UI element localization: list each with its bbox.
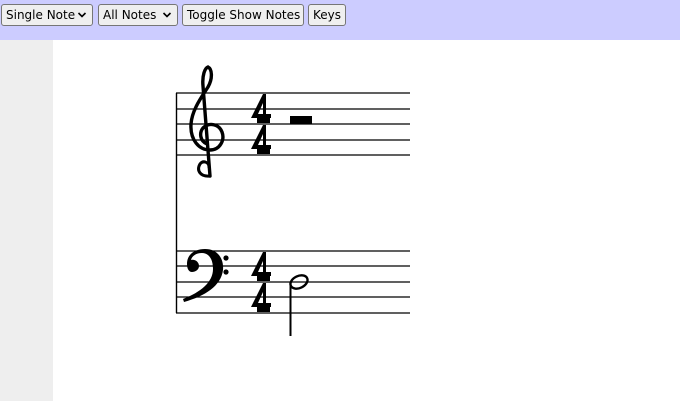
grand-staff [175,65,410,336]
keys-button[interactable]: Keys [308,4,346,26]
chevron-down-icon [162,12,172,18]
chevron-down-icon [77,12,87,18]
bass-clef-icon [183,249,229,302]
toolbar: Single Note All Notes Toggle Show Notes … [0,0,680,40]
mode-select[interactable]: Single Note [1,4,93,26]
toggle-show-notes-button[interactable]: Toggle Show Notes [182,4,304,26]
whole-rest-icon [290,116,312,124]
sidebar [0,40,53,401]
notes-select[interactable]: All Notes [98,4,178,26]
keys-button-label: Keys [313,8,342,22]
treble-clef-icon [189,65,225,178]
score-area [53,40,680,401]
toggle-show-notes-label: Toggle Show Notes [187,8,301,22]
